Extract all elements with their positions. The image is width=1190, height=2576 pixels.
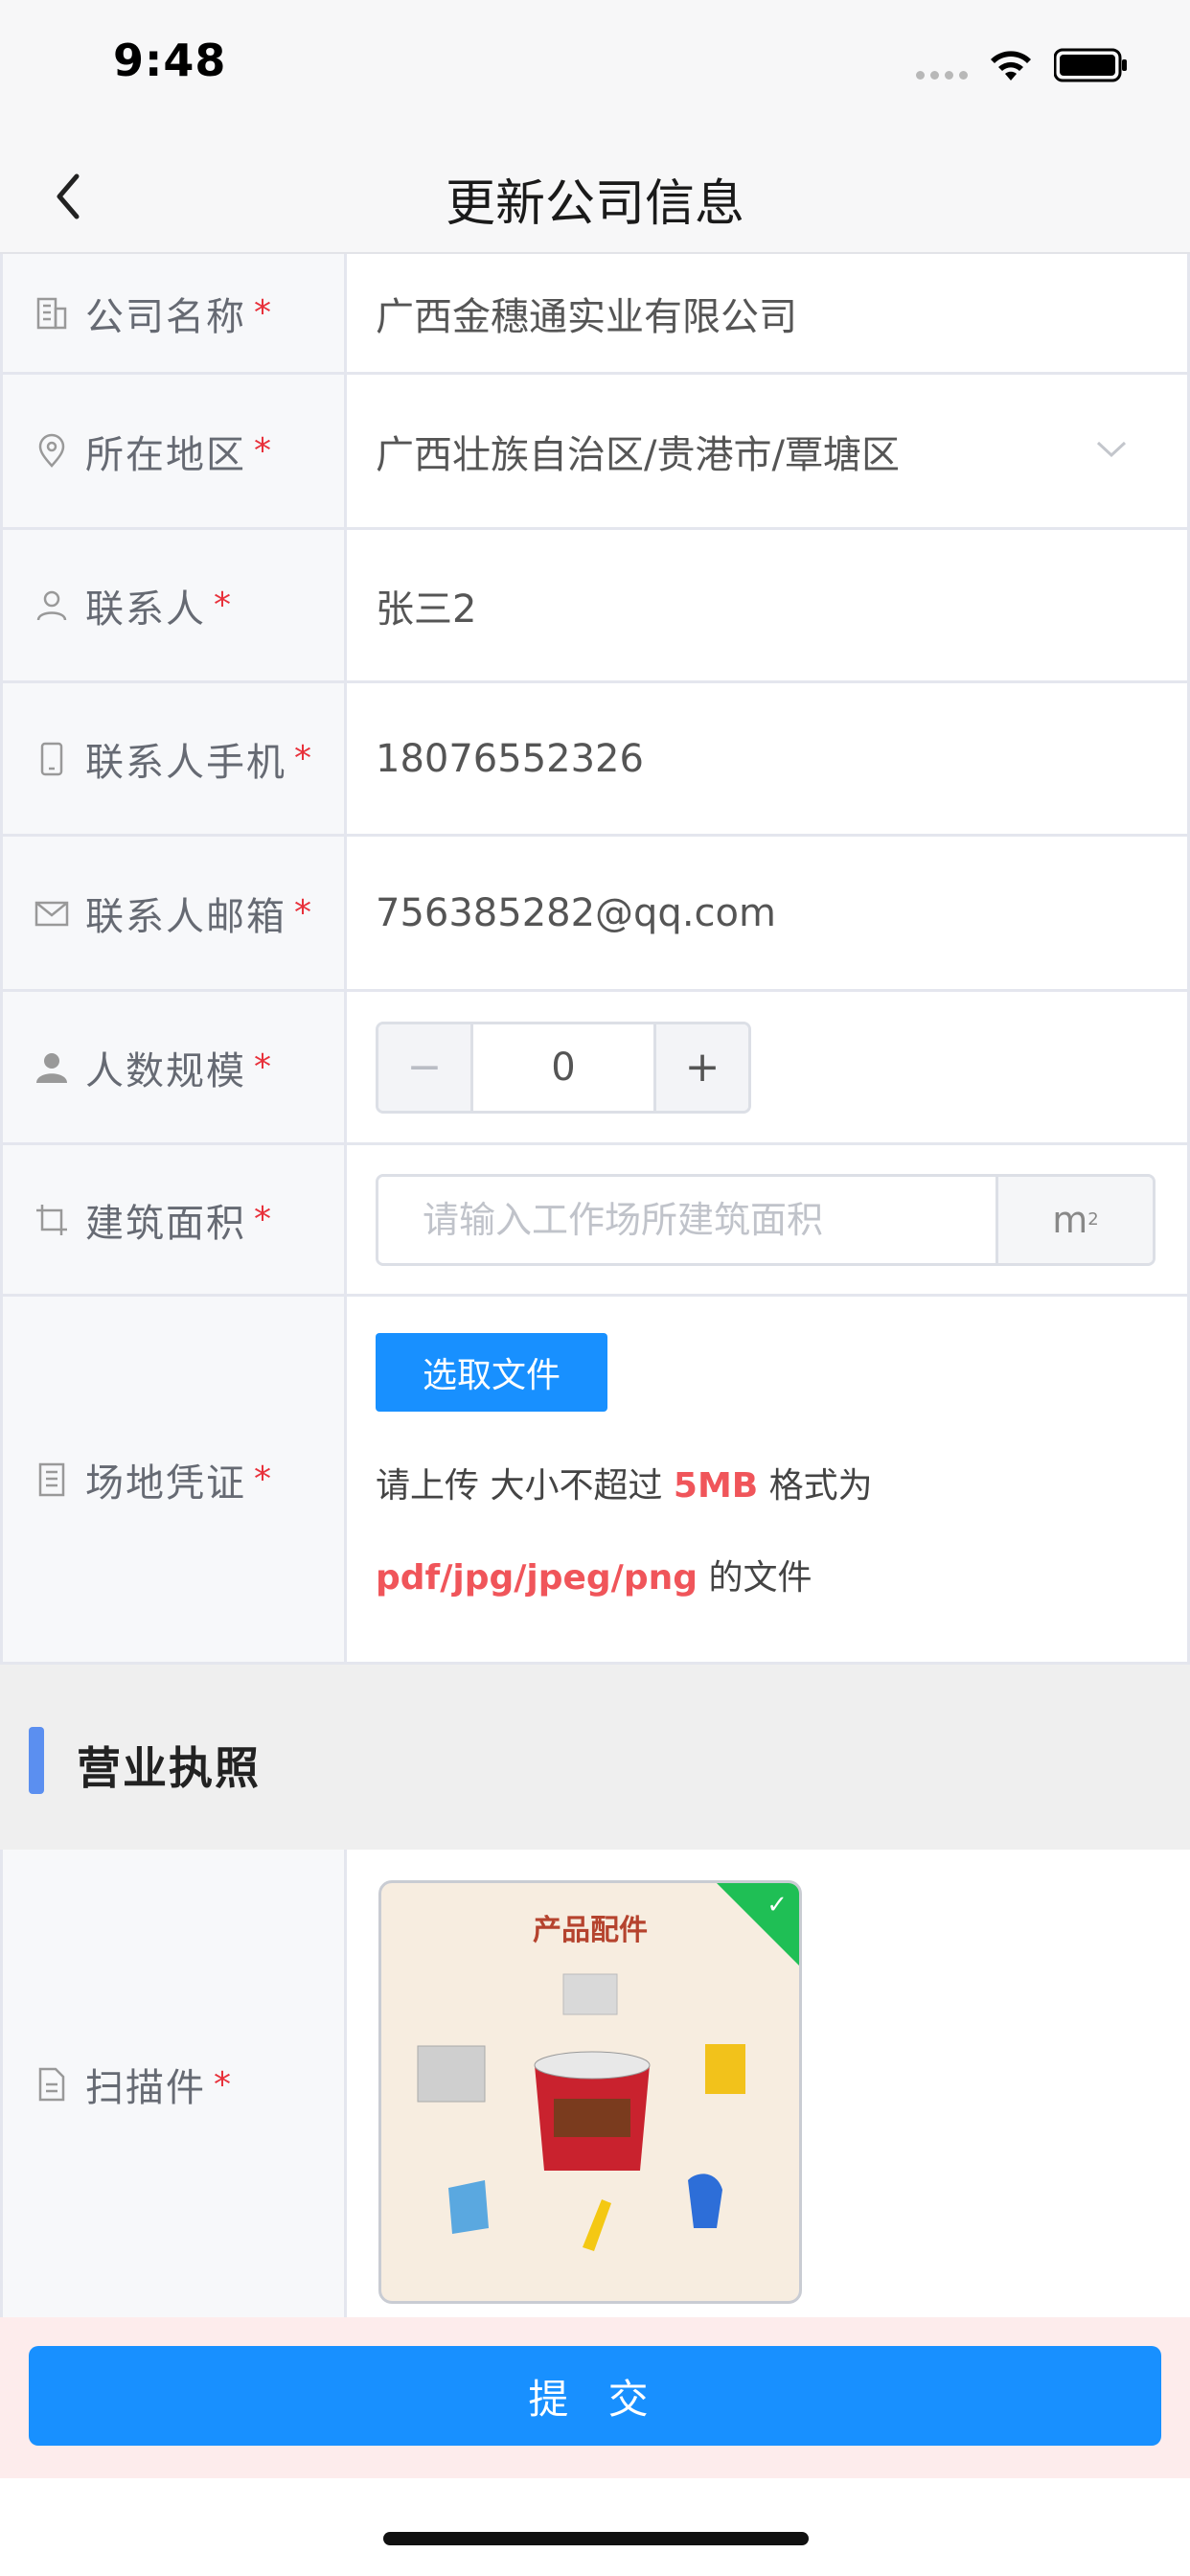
phone-label-text: 联系人手机 (85, 740, 286, 785)
email-field[interactable]: 756385282@qq.com (347, 837, 1190, 989)
section-accent-bar (29, 1727, 44, 1794)
contact-row: 联系人 * 张三2 (0, 530, 1190, 683)
building-area-row: 建筑面积* m2 (0, 1145, 1190, 1297)
contact-label-text: 联系人 (85, 586, 206, 632)
status-time: 9:48 (113, 34, 227, 86)
building-area-label: 建筑面积 * (0, 1145, 347, 1294)
site-proof-row: 场地凭证 * 选取文件 请上传 大小不超过 5MB 格式为 pdf/jpg/jpe… (0, 1297, 1190, 1665)
hint-formats: pdf/jpg/jpeg/png (376, 1558, 698, 1598)
battery-icon (1054, 48, 1127, 82)
phone-field[interactable]: 18076552326 (347, 683, 1190, 834)
status-bar: 9:48 (0, 0, 1190, 134)
chevron-down-icon (1096, 441, 1127, 457)
crop-icon (36, 1204, 67, 1235)
mobile-phone-icon (40, 742, 63, 775)
location-icon (38, 433, 65, 468)
scan-label: 扫描件 * (0, 1850, 347, 2319)
staff-size-cell: − 0 + (347, 992, 1190, 1142)
staff-size-label-text: 人数规模 (85, 1048, 246, 1093)
check-icon: ✓ (767, 1891, 788, 1920)
required-mark: * (254, 431, 271, 471)
nav-bar: 更新公司信息 (0, 134, 1190, 254)
staff-size-input[interactable]: 0 (470, 1024, 656, 1111)
region-row: 所在地区 * 广西壮族自治区/贵港市/覃塘区 (0, 375, 1190, 530)
email-label-text: 联系人邮箱 (85, 894, 286, 939)
upload-hint: 请上传 大小不超过 5MB 格式为 pdf/jpg/jpeg/png 的文件 (376, 1466, 873, 1598)
site-proof-upload: 选取文件 请上传 大小不超过 5MB 格式为 pdf/jpg/jpeg/png … (347, 1297, 1190, 1662)
building-area-label-text: 建筑面积 (85, 1201, 246, 1246)
decrement-button[interactable]: − (378, 1024, 470, 1111)
email-row: 联系人邮箱 * 756385282@qq.com (0, 837, 1190, 992)
file-icon (38, 2067, 65, 2102)
required-mark: * (254, 1200, 271, 1239)
submit-button[interactable]: 提 交 (29, 2346, 1161, 2446)
scan-label-text: 扫描件 (85, 2066, 206, 2110)
footer: 提 交 (0, 2317, 1190, 2478)
area-unit-label: m2 (995, 1176, 1153, 1263)
building-area-input-group: m2 (376, 1173, 1156, 1266)
contact-field[interactable]: 张三2 (347, 530, 1190, 680)
site-proof-label-text: 场地凭证 (85, 1460, 246, 1506)
scan-thumbnail[interactable]: 产品配件 ✓ (378, 1880, 802, 2304)
staff-size-row: 人数规模 * − 0 + (0, 992, 1190, 1145)
required-mark: * (254, 293, 271, 333)
contact-label: 联系人 * (0, 530, 347, 680)
wifi-icon (991, 51, 1031, 80)
hint-size: 5MB (673, 1466, 759, 1506)
business-license-section-header: 营业执照 (0, 1665, 1190, 1850)
signal-icon (916, 71, 968, 80)
required-mark: * (214, 2064, 231, 2104)
phone-label: 联系人手机 * (0, 683, 347, 834)
region-label: 所在地区 * (0, 375, 347, 527)
user-icon (36, 590, 67, 620)
building-icon (36, 297, 67, 329)
document-icon (38, 1462, 65, 1496)
region-label-text: 所在地区 (85, 432, 246, 477)
required-mark: * (294, 893, 311, 932)
required-mark: * (254, 1460, 271, 1499)
company-name-value: 广西金穗通实业有限公司 (376, 294, 797, 339)
region-value: 广西壮族自治区/贵港市/覃塘区 (376, 432, 900, 477)
building-area-input[interactable] (378, 1176, 995, 1263)
page-title: 更新公司信息 (445, 175, 744, 233)
contact-value: 张三2 (376, 586, 477, 632)
person-filled-icon (36, 1052, 67, 1083)
section-title: 营业执照 (77, 1742, 261, 1794)
scan-row: 扫描件 * 产品配件 ✓ (0, 1850, 1190, 2319)
choose-file-button[interactable]: 选取文件 (376, 1333, 607, 1412)
area-unit-text: m (1052, 1198, 1088, 1241)
required-mark: * (214, 586, 231, 625)
phone-row: 联系人手机 * 18076552326 (0, 683, 1190, 837)
company-name-row: 公司名称 * 广西金穗通实业有限公司 (0, 254, 1190, 375)
staff-size-label: 人数规模 * (0, 992, 347, 1142)
phone-value: 18076552326 (376, 736, 644, 781)
company-name-label: 公司名称 * (0, 254, 347, 372)
email-label: 联系人邮箱 * (0, 837, 347, 989)
company-name-field[interactable]: 广西金穗通实业有限公司 (347, 254, 1190, 372)
increment-button[interactable]: + (656, 1024, 748, 1111)
building-area-cell: m2 (347, 1145, 1190, 1294)
mail-icon (34, 901, 69, 926)
site-proof-label: 场地凭证 * (0, 1297, 347, 1662)
company-name-label-text: 公司名称 (85, 294, 246, 339)
staff-size-stepper: − 0 + (376, 1021, 751, 1114)
email-value: 756385282@qq.com (376, 890, 776, 935)
home-indicator (383, 2532, 809, 2545)
region-select[interactable]: 广西壮族自治区/贵港市/覃塘区 (347, 375, 1190, 527)
required-mark: * (254, 1047, 271, 1087)
required-mark: * (294, 739, 311, 778)
